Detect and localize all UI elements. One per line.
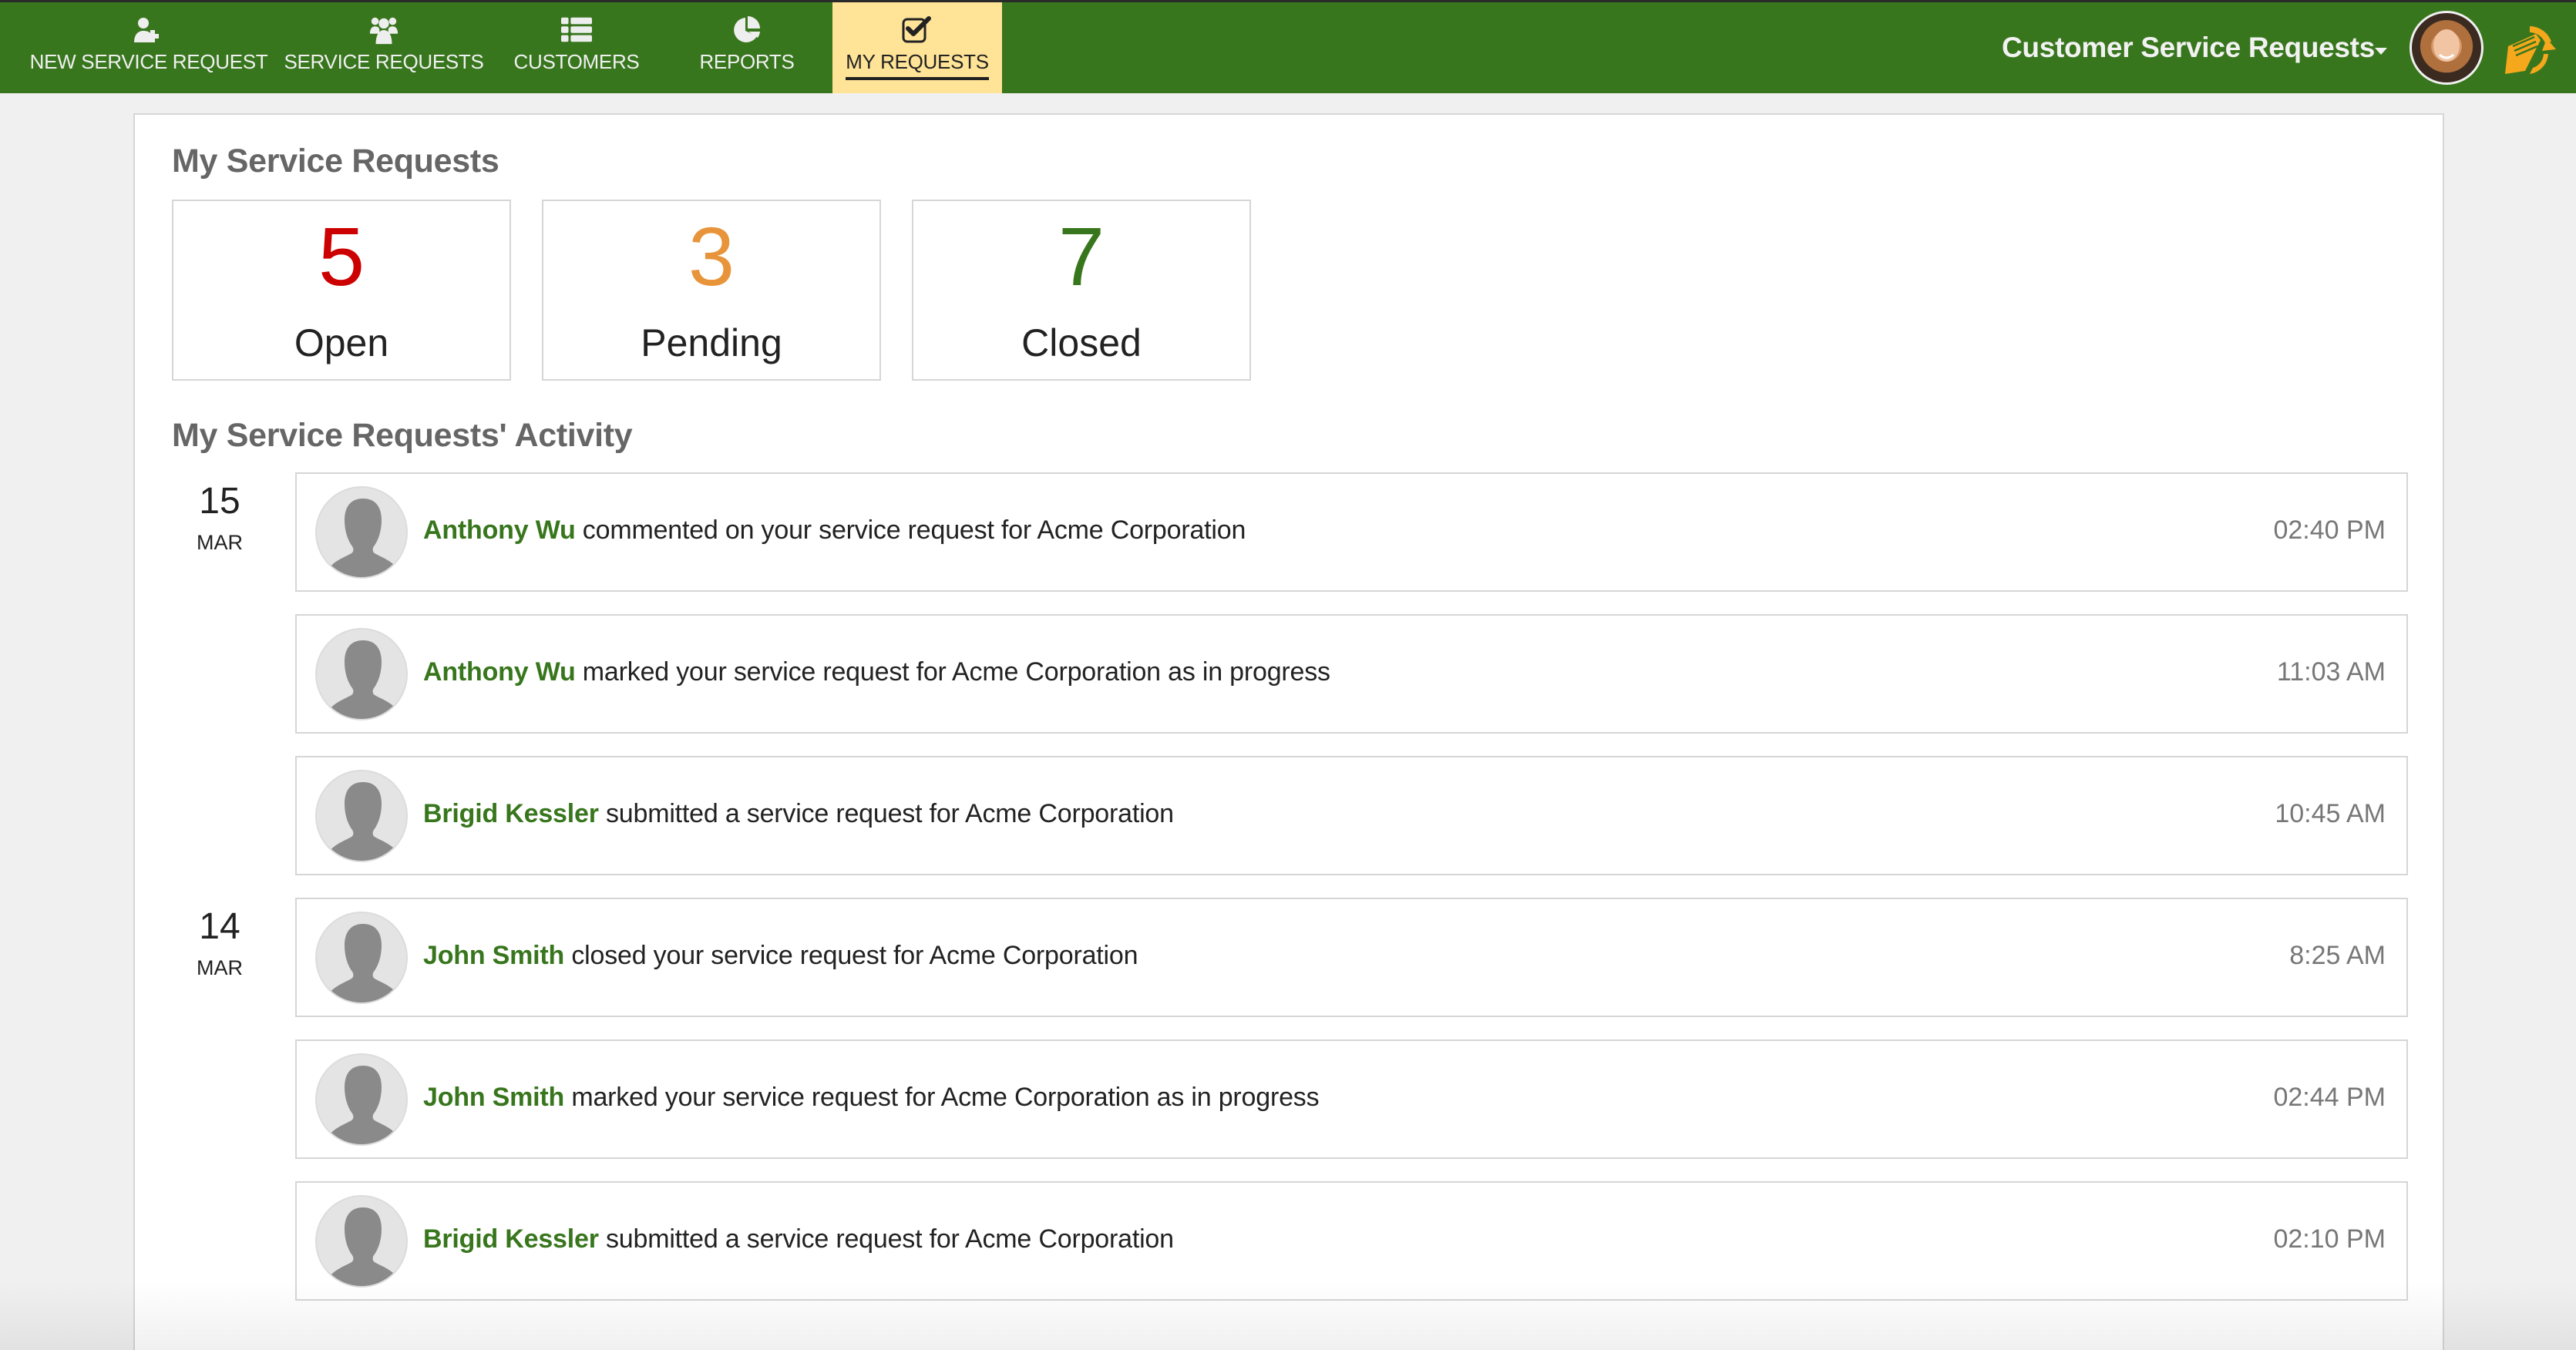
stat-open[interactable]: 5 Open bbox=[172, 200, 511, 381]
default-avatar-icon bbox=[315, 486, 408, 579]
actor-link[interactable]: Anthony Wu bbox=[423, 515, 576, 545]
activity-text: John Smith closed your service request f… bbox=[423, 941, 1138, 971]
activity-time: 02:40 PM bbox=[2273, 515, 2386, 545]
activity-time: 02:44 PM bbox=[2273, 1083, 2386, 1112]
activity-title: My Service Requests' Activity bbox=[172, 417, 633, 454]
nav-label: SERVICE REQUESTS bbox=[284, 50, 484, 73]
date-day: 14 bbox=[199, 906, 240, 947]
activity-text: Anthony Wu commented on your service req… bbox=[423, 515, 1246, 546]
activity-time: 8:25 AM bbox=[2289, 941, 2386, 970]
stat-pending[interactable]: 3 Pending bbox=[542, 200, 881, 381]
activity-row[interactable]: Brigid Kessler submitted a service reque… bbox=[295, 1181, 2408, 1301]
default-avatar-icon bbox=[315, 770, 408, 862]
activity-time: 02:10 PM bbox=[2273, 1224, 2386, 1254]
activity-row[interactable]: Brigid Kessler submitted a service reque… bbox=[295, 756, 2408, 875]
activity-text: Anthony Wu marked your service request f… bbox=[423, 657, 1330, 687]
activity-text: Brigid Kessler submitted a service reque… bbox=[423, 799, 1174, 829]
stat-closed[interactable]: 7 Closed bbox=[912, 200, 1251, 381]
stat-value: 5 bbox=[318, 210, 365, 303]
date-group: 15 MAR bbox=[173, 483, 266, 555]
activity-time: 10:45 AM bbox=[2275, 799, 2386, 828]
default-avatar-icon bbox=[315, 1053, 408, 1146]
actor-link[interactable]: John Smith bbox=[423, 1083, 564, 1112]
activity-description: closed your service request for Acme Cor… bbox=[564, 941, 1138, 970]
activity-row[interactable]: Anthony Wu commented on your service req… bbox=[295, 472, 2408, 592]
activity-row[interactable]: John Smith closed your service request f… bbox=[295, 898, 2408, 1017]
stat-value: 7 bbox=[1058, 210, 1105, 303]
activity-text: Brigid Kessler submitted a service reque… bbox=[423, 1224, 1174, 1254]
default-avatar-icon bbox=[315, 628, 408, 720]
stat-value: 3 bbox=[688, 210, 735, 303]
nav-label: NEW SERVICE REQUEST bbox=[29, 50, 268, 73]
default-avatar-icon bbox=[315, 1195, 408, 1288]
summary-title: My Service Requests bbox=[172, 143, 499, 180]
activity-description: commented on your service request for Ac… bbox=[575, 515, 1246, 545]
activity-description: marked your service request for Acme Cor… bbox=[575, 657, 1330, 687]
date-month: MAR bbox=[197, 956, 243, 979]
activity-time: 11:03 AM bbox=[2276, 657, 2386, 687]
nav-reports[interactable]: REPORTS bbox=[678, 2, 816, 93]
users-icon bbox=[368, 16, 399, 45]
activity-row[interactable]: Anthony Wu marked your service request f… bbox=[295, 614, 2408, 734]
pie-chart-icon bbox=[731, 16, 762, 44]
date-group: 14 MAR bbox=[173, 908, 266, 980]
actor-link[interactable]: John Smith bbox=[423, 941, 564, 970]
user-avatar[interactable] bbox=[2410, 11, 2484, 85]
date-month: MAR bbox=[197, 531, 243, 554]
user-plus-icon bbox=[133, 16, 164, 44]
stat-label: Open bbox=[294, 321, 389, 364]
actor-link[interactable]: Brigid Kessler bbox=[423, 799, 599, 828]
nav-label: REPORTS bbox=[699, 50, 795, 73]
nav-new-service-request[interactable]: NEW SERVICE REQUEST bbox=[23, 2, 274, 93]
activity-description: submitted a service request for Acme Cor… bbox=[598, 799, 1174, 828]
stat-label: Pending bbox=[641, 321, 782, 364]
list-icon bbox=[561, 16, 592, 44]
activity-row[interactable]: John Smith marked your service request f… bbox=[295, 1039, 2408, 1159]
top-nav-bar: NEW SERVICE REQUEST SERVICE REQUESTS CUS… bbox=[0, 2, 2576, 93]
actor-link[interactable]: Brigid Kessler bbox=[423, 1224, 599, 1254]
nav-customers[interactable]: CUSTOMERS bbox=[501, 2, 652, 93]
check-square-icon bbox=[902, 16, 933, 44]
activity-description: submitted a service request for Acme Cor… bbox=[598, 1224, 1174, 1254]
activity-description: marked your service request for Acme Cor… bbox=[564, 1083, 1320, 1112]
nav-label: CUSTOMERS bbox=[513, 50, 640, 73]
actor-link[interactable]: Anthony Wu bbox=[423, 657, 576, 687]
caret-down-icon[interactable] bbox=[2375, 48, 2387, 55]
main-panel: My Service Requests 5 Open 3 Pending 7 C… bbox=[133, 113, 2444, 1350]
default-avatar-icon bbox=[315, 912, 408, 1004]
activity-text: John Smith marked your service request f… bbox=[423, 1083, 1320, 1113]
nav-service-requests[interactable]: SERVICE REQUESTS bbox=[284, 2, 484, 93]
date-day: 15 bbox=[199, 481, 240, 522]
nav-label: MY REQUESTS bbox=[846, 50, 989, 80]
stat-label: Closed bbox=[1021, 321, 1142, 364]
app-switcher[interactable]: Customer Service Requests bbox=[2002, 32, 2375, 64]
nav-my-requests[interactable]: MY REQUESTS bbox=[832, 2, 1002, 93]
brand-logo-icon[interactable] bbox=[2502, 23, 2558, 77]
